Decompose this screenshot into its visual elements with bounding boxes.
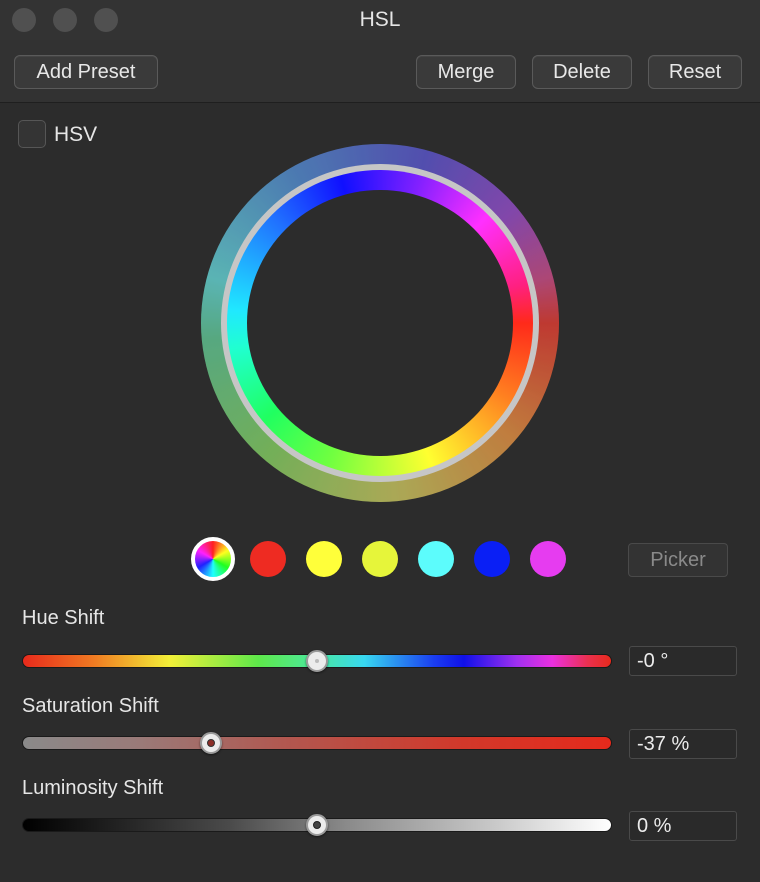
luminosity-shift-label: Luminosity Shift: [22, 777, 164, 799]
saturation-shift-slider-thumb[interactable]: [199, 732, 222, 754]
hue-shift-value-field[interactable]: -0 °: [629, 646, 737, 676]
swatch-red[interactable]: [250, 541, 286, 577]
title-bar: HSL: [0, 0, 760, 40]
hue-thumb-center: [315, 659, 319, 663]
delete-button[interactable]: Delete: [532, 55, 632, 89]
hsv-checkbox[interactable]: [18, 120, 46, 148]
luminosity-shift-value-field[interactable]: 0 %: [629, 811, 737, 841]
reset-button[interactable]: Reset: [648, 55, 742, 89]
add-preset-button[interactable]: Add Preset: [14, 55, 158, 89]
merge-button[interactable]: Merge: [416, 55, 516, 89]
window-title: HSL: [359, 8, 401, 31]
picker-button[interactable]: Picker: [628, 543, 728, 577]
hue-wheel-center: [247, 190, 513, 456]
swatch-magenta[interactable]: [530, 541, 566, 577]
saturation-shift-value-field[interactable]: -37 %: [629, 729, 737, 759]
swatch-yellow-green[interactable]: [362, 541, 398, 577]
hue-shift-label: Hue Shift: [22, 607, 105, 629]
hue-shift-slider-thumb[interactable]: [306, 650, 328, 672]
swatch-cyan[interactable]: [418, 541, 454, 577]
saturation-shift-slider[interactable]: [22, 736, 612, 750]
luminosity-shift-slider-thumb[interactable]: [306, 814, 328, 836]
saturation-thumb-center: [206, 739, 215, 747]
hsl-panel-window: HSL Add Preset Merge Delete Reset HSV Pi…: [0, 0, 760, 882]
preset-toolbar: Add Preset Merge Delete Reset: [0, 40, 760, 103]
swatch-yellow[interactable]: [306, 541, 342, 577]
swatch-blue[interactable]: [474, 541, 510, 577]
luminosity-thumb-center: [313, 821, 321, 829]
hue-wheel[interactable]: [201, 144, 559, 502]
swatch-all-colors[interactable]: [191, 537, 235, 581]
hsv-checkbox-label: HSV: [54, 123, 98, 146]
saturation-shift-label: Saturation Shift: [22, 695, 159, 717]
